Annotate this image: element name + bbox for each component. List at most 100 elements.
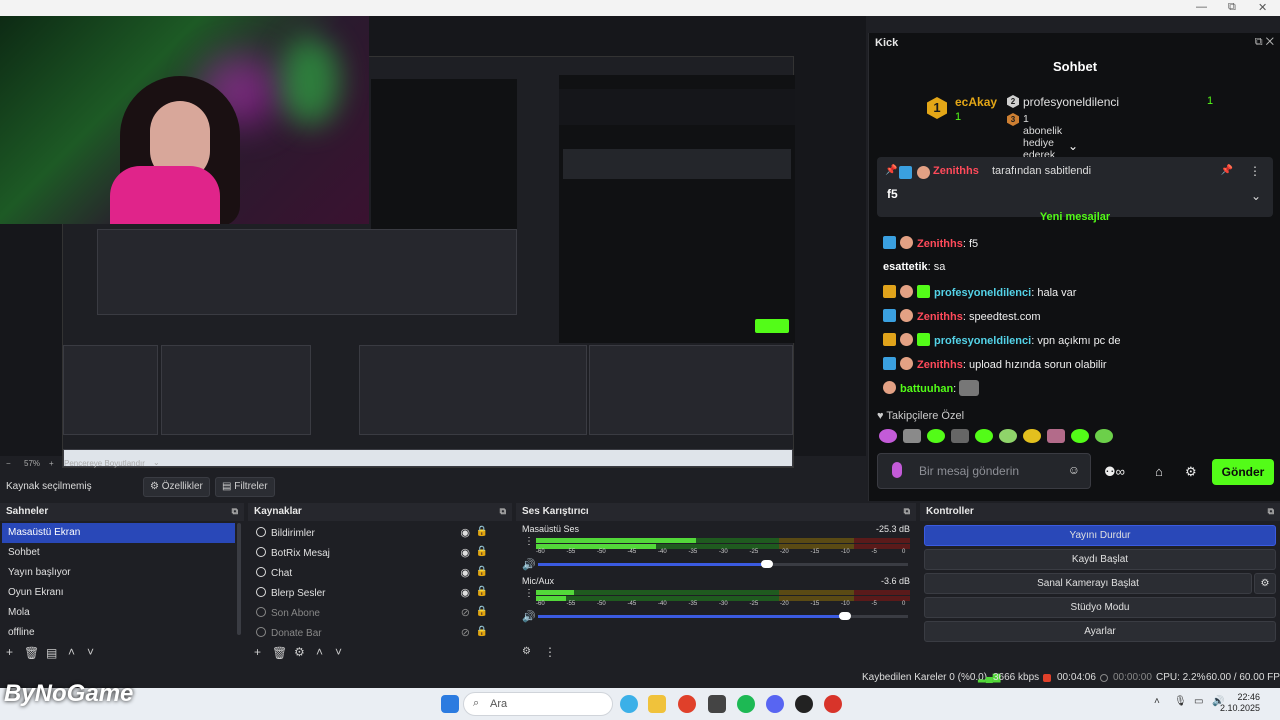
- eye-off-icon[interactable]: ⊘: [461, 606, 470, 619]
- popout-icon[interactable]: ⧉: [500, 506, 506, 517]
- settings-button[interactable]: Ayarlar: [924, 621, 1276, 642]
- lock-icon[interactable]: 🔒: [476, 546, 488, 557]
- chat-username[interactable]: Zenithhs: [917, 238, 963, 250]
- chat-username[interactable]: battuuhan: [900, 383, 953, 395]
- store-icon[interactable]: ⌂: [1155, 464, 1163, 479]
- lock-icon[interactable]: 🔒: [476, 626, 488, 637]
- volume-slider-handle[interactable]: [761, 560, 774, 568]
- leader-first-name[interactable]: ecAkay: [955, 95, 997, 109]
- lock-icon[interactable]: 🔒: [476, 606, 488, 617]
- zoom-out-button[interactable]: −: [6, 459, 11, 468]
- app-icon[interactable]: [708, 695, 726, 713]
- scene-item[interactable]: Yayın başlıyor: [2, 563, 235, 583]
- clock[interactable]: 22:46 2.10.2025: [1220, 692, 1260, 714]
- emote-quickbar[interactable]: [879, 429, 1113, 447]
- collapse-leaderboard-icon[interactable]: ⌄: [1068, 139, 1078, 153]
- eye-icon[interactable]: ◉: [460, 566, 470, 579]
- spotify-icon[interactable]: [737, 695, 755, 713]
- zoom-in-button[interactable]: +: [49, 459, 54, 468]
- speaker-icon[interactable]: 🔊: [522, 558, 536, 571]
- obs-icon[interactable]: [795, 695, 813, 713]
- pinned-by-user[interactable]: Zenithhs: [933, 165, 979, 177]
- chat-username[interactable]: profesyoneldilenci: [934, 287, 1031, 299]
- add-icon[interactable]: +: [254, 645, 261, 659]
- gear-icon[interactable]: ⚙: [294, 645, 305, 659]
- windows-start-icon[interactable]: [441, 695, 459, 713]
- emoji-icon[interactable]: ☺: [1068, 463, 1080, 477]
- close-button[interactable]: ✕: [1258, 1, 1267, 14]
- taskbar-search[interactable]: ⌕ Ara: [463, 692, 613, 716]
- source-item[interactable]: Donate Bar ⊘ 🔒: [250, 623, 500, 643]
- more-options-icon[interactable]: ⋮: [524, 536, 534, 547]
- filters-button[interactable]: ▤ Filtreler: [215, 477, 275, 497]
- eye-icon[interactable]: ◉: [460, 546, 470, 559]
- emote-icon[interactable]: [1071, 429, 1089, 443]
- chat-username[interactable]: profesyoneldilenci: [934, 335, 1031, 347]
- properties-button[interactable]: ⚙ Özellikler: [143, 477, 210, 497]
- scene-item[interactable]: Masaüstü Ekran: [2, 523, 235, 543]
- more-options-icon[interactable]: ⋮: [544, 645, 556, 659]
- tray-chevron-icon[interactable]: ˄: [1154, 696, 1160, 707]
- source-item[interactable]: BotRix Mesaj ◉ 🔒: [250, 543, 500, 563]
- lock-icon[interactable]: 🔒: [476, 526, 488, 537]
- file-explorer-icon[interactable]: [648, 695, 666, 713]
- mic-icon[interactable]: [892, 462, 902, 478]
- source-item[interactable]: Blerp Sesler ◉ 🔒: [250, 583, 500, 603]
- start-recording-button[interactable]: Kaydı Başlat: [924, 549, 1276, 570]
- preview-canvas[interactable]: [0, 16, 866, 468]
- mic-icon[interactable]: 🎙: [1174, 696, 1187, 707]
- volume-slider[interactable]: [538, 612, 908, 620]
- studio-mode-button[interactable]: Stüdyo Modu: [924, 597, 1276, 618]
- source-item[interactable]: Bildirimler ◉ 🔒: [250, 523, 500, 543]
- start-virtual-camera-button[interactable]: Sanal Kamerayı Başlat: [924, 573, 1252, 594]
- scene-item[interactable]: Sohbet: [2, 543, 235, 563]
- add-icon[interactable]: +: [6, 645, 13, 659]
- source-item[interactable]: Chat ◉ 🔒: [250, 563, 500, 583]
- expand-pinned-icon[interactable]: ⌄: [1251, 189, 1261, 203]
- move-down-icon[interactable]: ˅: [87, 645, 94, 659]
- volume-slider[interactable]: [538, 560, 908, 568]
- eye-icon[interactable]: ◉: [460, 586, 470, 599]
- chat-username[interactable]: Zenithhs: [917, 359, 963, 371]
- chrome-icon[interactable]: [678, 695, 696, 713]
- chevron-down-icon[interactable]: ⌄: [153, 458, 160, 467]
- speaker-icon[interactable]: 🔊: [522, 610, 536, 623]
- discord-icon[interactable]: [766, 695, 784, 713]
- emote-icon[interactable]: [999, 429, 1017, 443]
- emote-icon[interactable]: [903, 429, 921, 443]
- emote-icon[interactable]: [927, 429, 945, 443]
- scene-item[interactable]: Mola: [2, 603, 235, 623]
- eye-icon[interactable]: ◉: [460, 526, 470, 539]
- edge-icon[interactable]: [620, 695, 638, 713]
- scene-item[interactable]: Oyun Ekranı: [2, 583, 235, 603]
- minimize-button[interactable]: —: [1196, 1, 1207, 13]
- popout-icon[interactable]: ⧉: [232, 506, 238, 517]
- lock-icon[interactable]: 🔒: [476, 566, 488, 577]
- chat-tools-icon[interactable]: ⚉∞: [1104, 464, 1125, 480]
- app-icon[interactable]: [824, 695, 842, 713]
- restore-button[interactable]: ⧉: [1228, 1, 1236, 14]
- volume-slider-handle[interactable]: [839, 612, 852, 620]
- gear-icon[interactable]: ⚙: [1254, 573, 1276, 594]
- chat-username[interactable]: esattetik: [883, 261, 928, 273]
- source-item[interactable]: Son Abone ⊘ 🔒: [250, 603, 500, 623]
- move-up-icon[interactable]: ˄: [68, 645, 75, 659]
- emote-icon[interactable]: [1023, 429, 1041, 443]
- scene-item[interactable]: offline: [2, 623, 235, 643]
- advanced-audio-icon[interactable]: ⚙: [522, 646, 531, 657]
- network-icon[interactable]: ▭: [1194, 696, 1203, 707]
- popout-icon[interactable]: ⧉: [904, 506, 910, 517]
- more-options-icon[interactable]: ⋮: [1249, 164, 1261, 178]
- trash-icon[interactable]: 🗑: [272, 646, 287, 660]
- chat-input[interactable]: Bir mesaj gönderin ☺: [877, 453, 1091, 489]
- emote-icon[interactable]: [879, 429, 897, 443]
- new-messages-divider[interactable]: Yeni mesajlar: [869, 211, 1280, 223]
- more-options-icon[interactable]: ⋮: [524, 588, 534, 599]
- trash-icon[interactable]: 🗑: [24, 646, 39, 660]
- eye-off-icon[interactable]: ⊘: [461, 626, 470, 639]
- emote-icon[interactable]: [951, 429, 969, 443]
- move-down-icon[interactable]: ˅: [335, 645, 342, 659]
- popout-icon[interactable]: ⧉: [1268, 506, 1274, 517]
- leader-second-name[interactable]: profesyoneldilenci: [1023, 95, 1119, 109]
- emote-icon[interactable]: [1095, 429, 1113, 443]
